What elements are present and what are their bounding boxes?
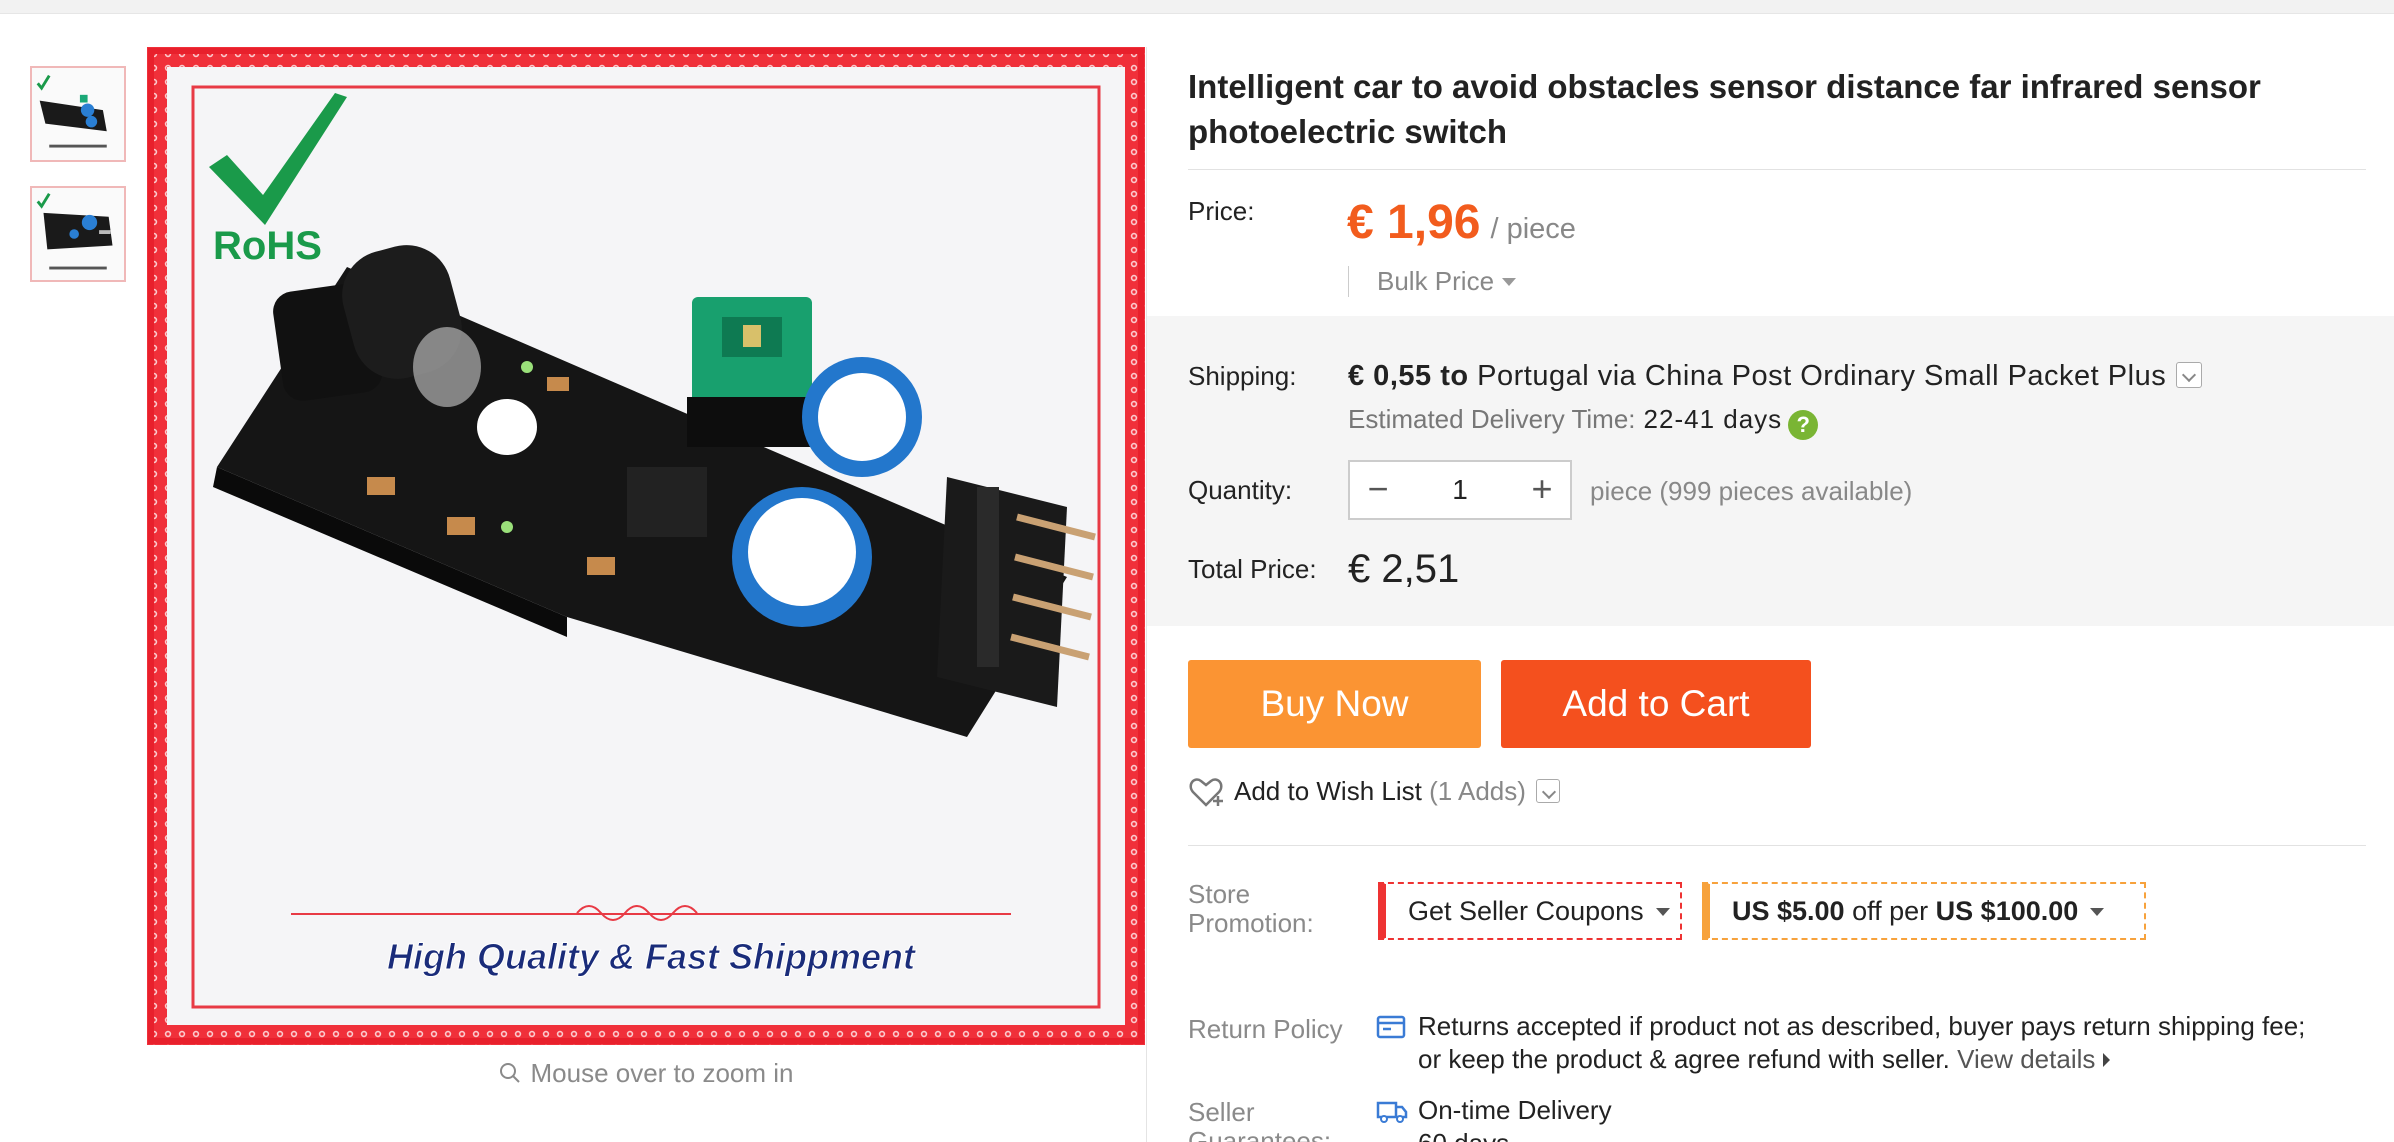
magnifier-icon: [498, 1061, 522, 1092]
price-amount: € 1,96: [1347, 196, 1481, 249]
divider: [1188, 845, 2366, 846]
image-caption: High Quality & Fast Shippment: [387, 936, 917, 977]
shipping-to: to: [1440, 360, 1469, 392]
caret-down-icon: [1655, 908, 1670, 916]
delivery-days: 22-41 days: [1643, 404, 1783, 434]
chevron-down-icon[interactable]: [1535, 779, 1560, 803]
seller-coupons-dropdown[interactable]: Get Seller Coupons: [1378, 882, 1682, 940]
quantity-input[interactable]: 1: [1406, 474, 1514, 506]
zoom-hint: Mouse over to zoom in: [147, 1058, 1145, 1092]
thumbnail-1[interactable]: [30, 66, 126, 162]
delivery-truck-icon: [1376, 1098, 1408, 1129]
wishlist-count: (1 Adds): [1429, 776, 1526, 806]
thumbnail-2[interactable]: [30, 186, 126, 282]
shipping-destination: Portugal via China Post Ordinary Small P…: [1477, 360, 2167, 392]
caret-down-icon: [1502, 278, 1517, 286]
quantity-label: Quantity:: [1188, 475, 1293, 505]
guarantee-on-time-delivery: On-time Delivery: [1418, 1095, 1612, 1125]
caret-right-icon: [2103, 1053, 2111, 1067]
increase-button[interactable]: +: [1514, 462, 1570, 518]
price: € 1,96 / piece: [1347, 195, 1576, 250]
seller-guarantees-label: Seller Guarantees:: [1188, 1097, 1332, 1142]
total-price: € 2,51: [1348, 547, 1460, 591]
view-details-link[interactable]: View details: [1957, 1044, 2111, 1074]
rohs-badge: RoHS: [213, 224, 322, 268]
price-label: Price:: [1188, 196, 1255, 226]
caret-down-icon: [2090, 908, 2105, 916]
store-promotion-label: Store Promotion:: [1188, 879, 1314, 938]
add-to-wishlist[interactable]: Add to Wish List (1 Adds): [1188, 776, 1560, 815]
return-policy-text: Returns accepted if product not as descr…: [1418, 1011, 2306, 1074]
estimated-delivery: Estimated Delivery Time: 22-41 days?: [1348, 404, 1819, 440]
shipping-cost: € 0,55: [1348, 360, 1432, 392]
buy-now-button[interactable]: Buy Now: [1188, 660, 1481, 748]
thumbnail-image: [32, 188, 124, 280]
guarantee-days: 60 days: [1418, 1128, 1509, 1142]
product-title: Intelligent car to avoid obstacles senso…: [1188, 68, 2261, 150]
return-policy-label: Return Policy: [1188, 1014, 1343, 1044]
decrease-button[interactable]: −: [1350, 462, 1406, 518]
quantity-availability: piece (999 pieces available): [1590, 476, 1913, 506]
help-icon[interactable]: ?: [1788, 410, 1819, 440]
add-to-cart-button[interactable]: Add to Cart: [1501, 660, 1811, 748]
wishlist-label: Add to Wish List: [1234, 776, 1422, 806]
price-unit: / piece: [1490, 213, 1576, 245]
divider: [1188, 169, 2366, 170]
total-price-label: Total Price:: [1188, 554, 1317, 584]
top-bar: [0, 0, 2394, 14]
bulk-price-dropdown[interactable]: Bulk Price: [1348, 266, 1517, 297]
shipping-info[interactable]: € 0,55 to Portugal via China Post Ordina…: [1348, 360, 2203, 393]
product-main-image[interactable]: RoHS High Quality & Fast Shippment: [147, 47, 1145, 1045]
shipping-label: Shipping:: [1188, 361, 1297, 391]
quantity-stepper: − 1 +: [1348, 460, 1572, 520]
heart-plus-icon: [1188, 776, 1226, 815]
thumbnail-image: [32, 68, 124, 160]
chevron-down-icon[interactable]: [2176, 362, 2203, 388]
store-discount-dropdown[interactable]: US $5.00 off per US $100.00: [1702, 882, 2146, 940]
return-policy-icon: [1376, 1014, 1406, 1045]
